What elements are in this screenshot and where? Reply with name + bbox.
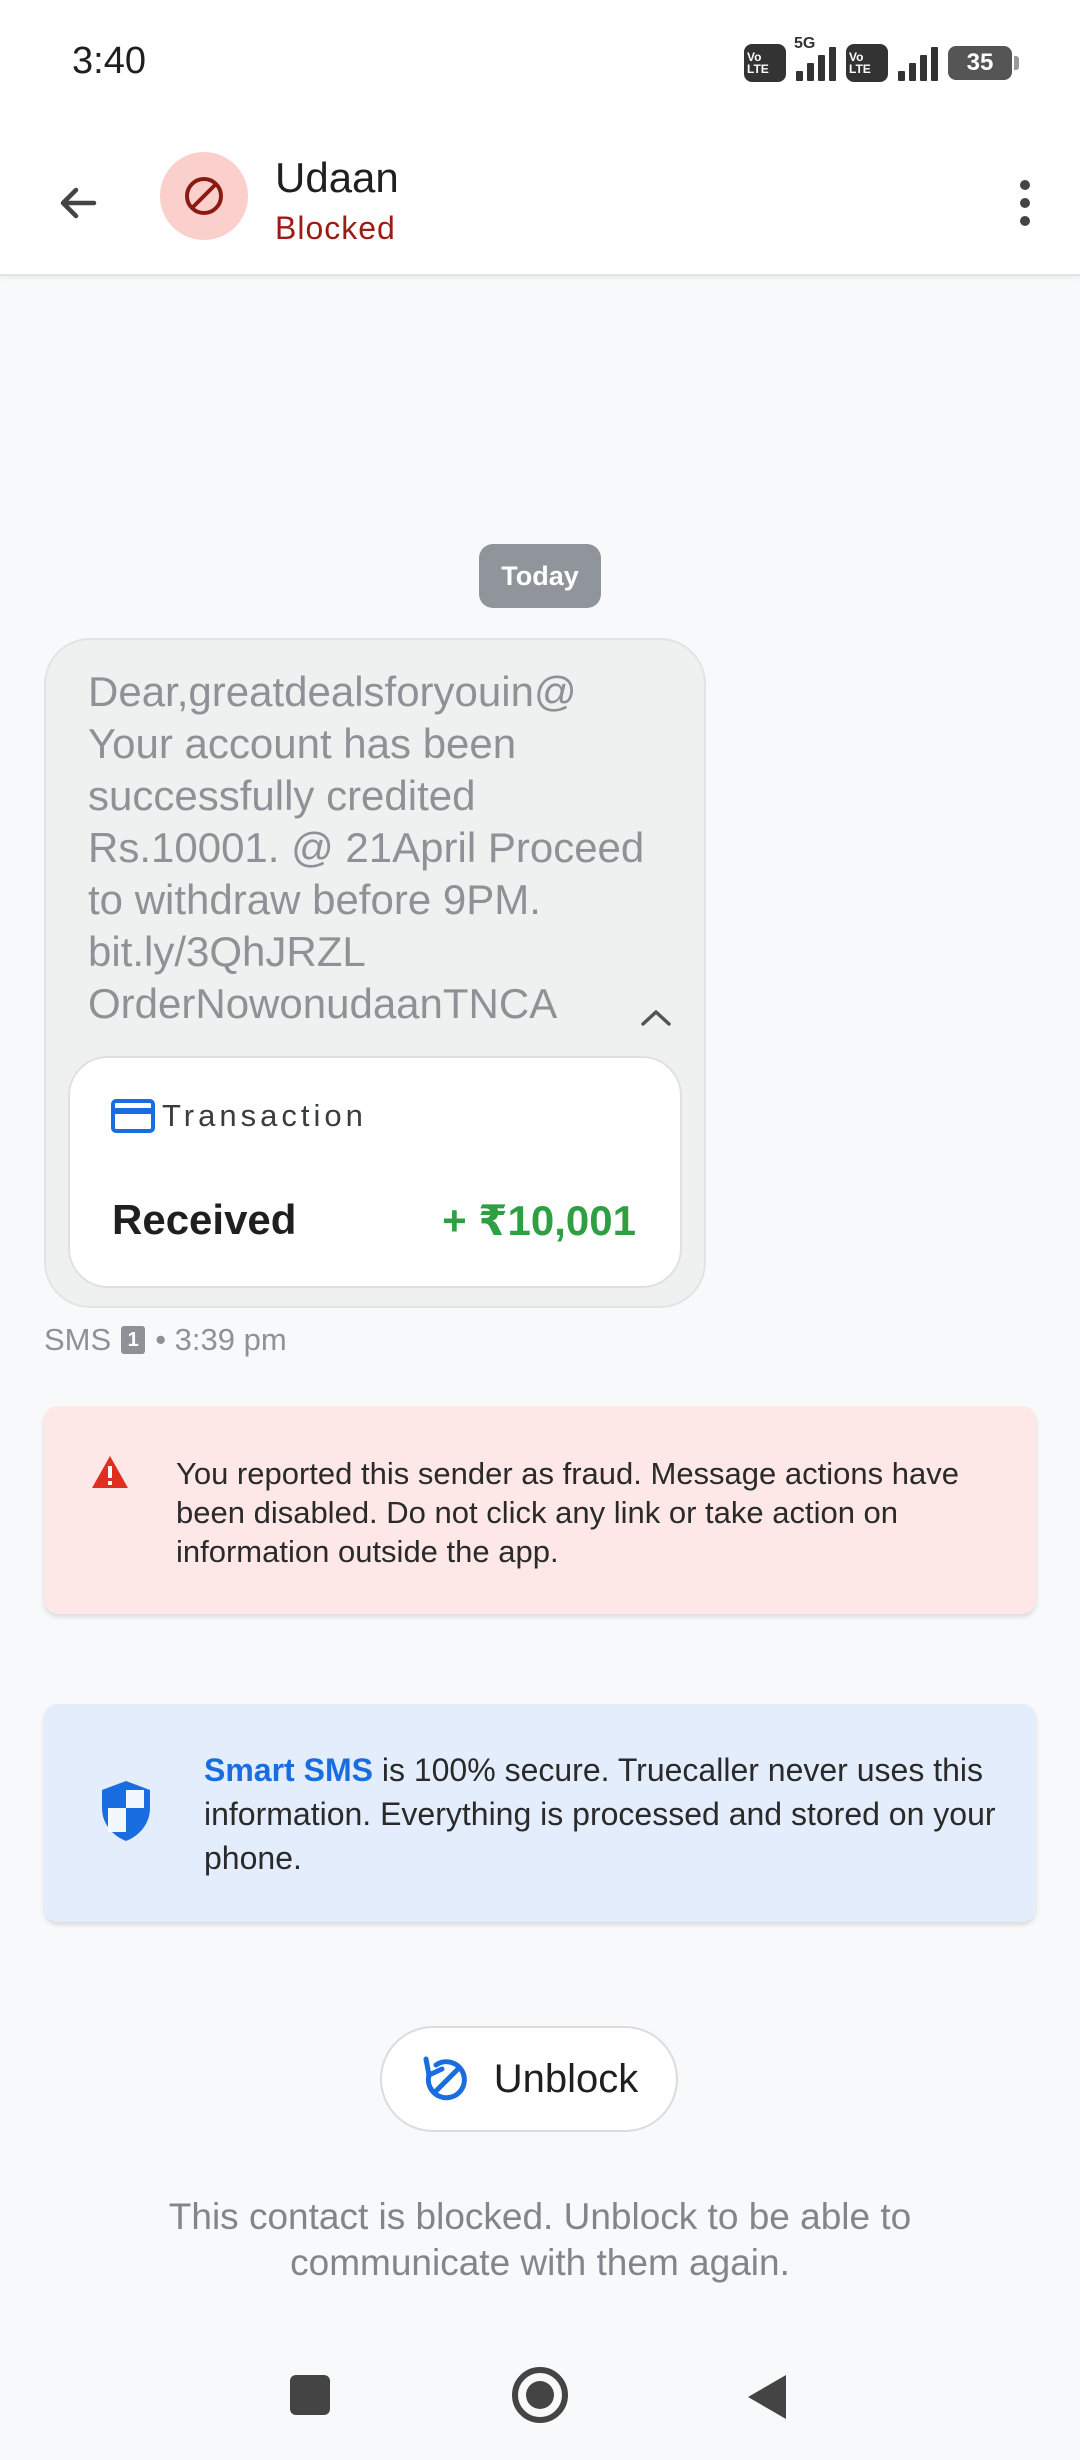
message-time: • 3:39 pm [155,1322,287,1357]
warning-triangle-icon [92,1456,128,1488]
conversation-header: Udaan Blocked [0,130,1080,276]
chevron-up-icon [641,1010,671,1026]
unblock-icon [423,2056,467,2101]
signal-icon [898,45,938,81]
fraud-warning-text: You reported this sender as fraud. Messa… [176,1456,959,1569]
unblock-label: Unblock [493,2056,639,2101]
message-channel: SMS [44,1322,112,1357]
message-body: Dear,greatdealsforyouin@ Your account ha… [88,668,645,1027]
transaction-card: Transaction Received + ₹10,001 [68,1056,682,1288]
transaction-label: Received [112,1196,297,1243]
transaction-amount: + ₹10,001 [442,1197,636,1244]
transaction-header: Transaction [110,1098,367,1134]
fraud-warning-card: You reported this sender as fraud. Messa… [44,1406,1036,1614]
volte-icon-2: Vo LTE [846,44,888,82]
sim-badge: 1 [121,1326,146,1354]
status-bar: 3:40 Vo LTE 5G Vo LTE 35 [0,0,1080,130]
transaction-title: Transaction [162,1098,367,1133]
home-button[interactable] [512,2367,568,2423]
security-info-text: Smart SMS is 100% secure. Truecaller nev… [204,1748,1004,1880]
security-info-card: Smart SMS is 100% secure. Truecaller nev… [44,1704,1036,1922]
more-vertical-icon [1020,180,1030,190]
shield-icon [102,1781,150,1841]
smart-sms-link[interactable]: Smart SMS [204,1752,373,1788]
avatar[interactable] [160,152,248,240]
volte-icon: Vo LTE [744,44,786,82]
more-options-button[interactable] [990,165,1060,241]
message-bubble[interactable]: Dear,greatdealsforyouin@ Your account ha… [44,638,706,1308]
navigation-bar [0,2340,1080,2460]
contact-name: Udaan [275,154,399,201]
nav-back-button[interactable] [746,2373,788,2421]
back-button[interactable] [40,165,116,241]
blocked-circle-icon [185,177,223,215]
arrow-left-icon [60,187,97,219]
credit-card-icon [111,1099,155,1133]
signal-5g-icon: 5G [794,35,836,81]
contact-status: Blocked [275,210,396,246]
status-time: 3:40 [72,40,146,82]
network-type: 5G [794,35,816,52]
recents-button[interactable] [290,2375,330,2415]
unblock-button[interactable]: Unblock [380,2026,678,2132]
blocked-info-text: This contact is blocked. Unblock to be a… [168,2196,912,2283]
battery-icon: 35 [948,46,1019,80]
date-chip: Today [479,544,601,608]
message-meta: SMS 1 • 3:39 pm [44,1322,287,1358]
status-icons: Vo LTE 5G Vo LTE 35 [744,35,1019,88]
home-icon [526,2381,554,2409]
collapse-button[interactable] [626,988,686,1048]
